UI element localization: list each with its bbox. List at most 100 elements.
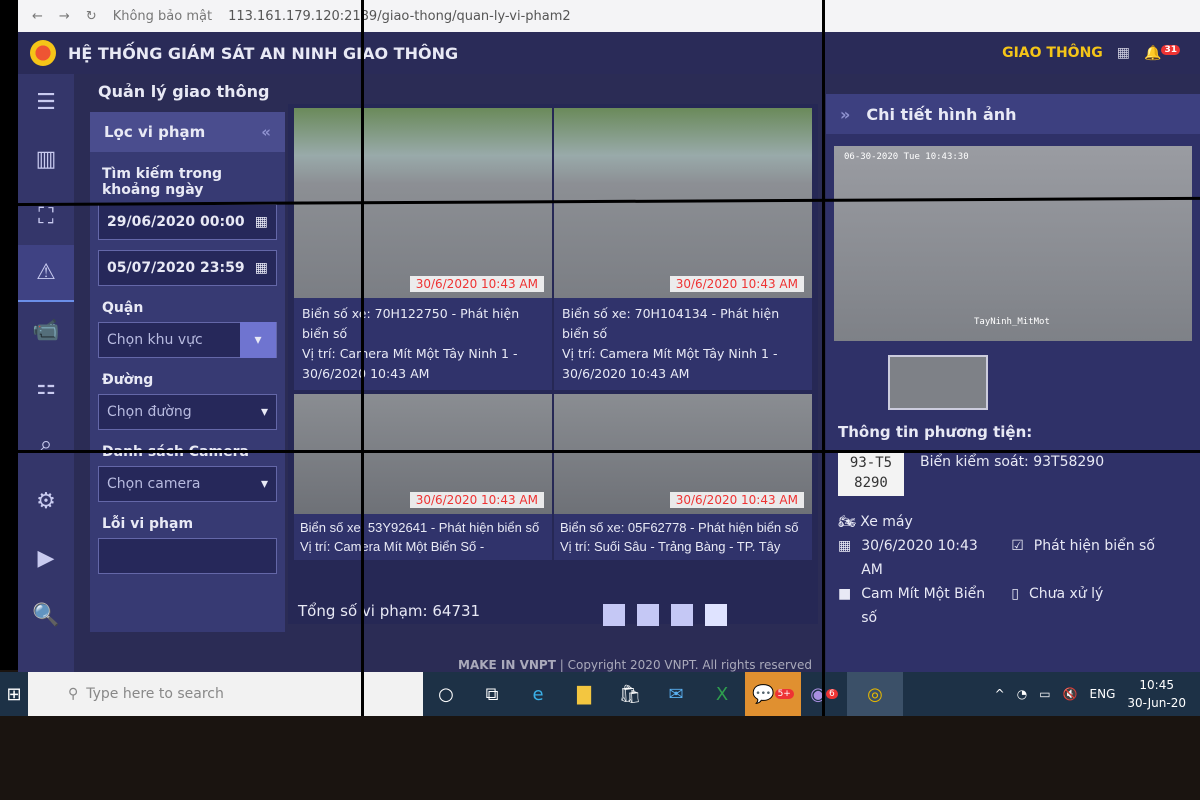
plate-image: 93-T5 8290 bbox=[838, 450, 904, 496]
district-label: Quận bbox=[102, 300, 144, 316]
view-calendar-icon[interactable] bbox=[705, 604, 727, 626]
battery-icon[interactable]: ▭ bbox=[1039, 687, 1050, 701]
display-bezel bbox=[361, 0, 364, 716]
detail-thumbnail[interactable] bbox=[888, 355, 988, 410]
violation-card[interactable]: 30/6/2020 10:43 AM Biển số xe: 70H104134… bbox=[554, 108, 812, 390]
violation-card[interactable]: 30/6/2020 10:43 AM Biển số xe: 70H122750… bbox=[294, 108, 552, 390]
filter-title: Lọc vi phạm bbox=[104, 123, 206, 141]
image-timestamp: 30/6/2020 10:43 AM bbox=[669, 276, 804, 292]
view-2x2-icon[interactable] bbox=[637, 604, 659, 626]
detail-panel: » Chi tiết hình ảnh 06-30-2020 Tue 10:43:… bbox=[826, 94, 1200, 672]
zoom-search-icon[interactable]: 🔍 bbox=[18, 587, 74, 644]
location-text: Vị trí: Suối Sâu - Trảng Bàng - TP. Tây bbox=[560, 539, 781, 554]
clipboard-check-icon: ☑ bbox=[1011, 538, 1024, 554]
messenger-app-icon[interactable]: 💬 5+ bbox=[745, 672, 801, 716]
violation-image[interactable]: 30/6/2020 10:43 AM bbox=[294, 394, 552, 514]
browser-bar: ← → ↻ Không bảo mật 113.161.179.120:2189/g… bbox=[18, 0, 1200, 32]
view-single-icon[interactable] bbox=[603, 604, 625, 626]
emblem-logo bbox=[30, 40, 56, 66]
location-text: Vị trí: Camera Mít Một Tây Ninh 1 - 30/6… bbox=[562, 346, 778, 381]
violation-report-icon[interactable]: ⚠ bbox=[18, 245, 74, 302]
app: HỆ THỐNG GIÁM SÁT AN NINH GIAO THÔNG GIA… bbox=[18, 32, 1200, 672]
network-alert-icon[interactable]: ⚏ bbox=[18, 359, 74, 416]
search-placeholder: Type here to search bbox=[86, 686, 224, 702]
date-from-input[interactable]: 29/06/2020 00:00 ▦ bbox=[98, 204, 277, 240]
play-icon[interactable]: ▶ bbox=[18, 530, 74, 587]
store-icon[interactable]: 🛍 bbox=[607, 672, 653, 716]
violation-card[interactable]: 30/6/2020 10:43 AM Biển số xe: 05F62778 … bbox=[554, 394, 812, 560]
app-badge: 5+ bbox=[774, 689, 794, 699]
scan-search-icon[interactable]: ⌕ bbox=[18, 416, 74, 473]
detail-image[interactable]: 06-30-2020 Tue 10:43:30 TayNinh_MitMot bbox=[834, 146, 1192, 341]
chart-icon[interactable]: ▥ bbox=[18, 131, 74, 188]
face-scan-icon[interactable]: ⛶ bbox=[18, 188, 74, 245]
calendar-icon[interactable]: ▦ bbox=[255, 260, 268, 276]
total-violations: Tổng số vi phạm: 64731 bbox=[298, 602, 481, 620]
page-title: Quản lý giao thông bbox=[98, 82, 270, 101]
app-title: HỆ THỐNG GIÁM SÁT AN NINH GIAO THÔNG bbox=[68, 43, 459, 63]
grid-apps-icon[interactable]: ▦ bbox=[1117, 45, 1130, 61]
chevron-up-icon[interactable]: ^ bbox=[995, 687, 1005, 701]
image-timestamp: 30/6/2020 10:43 AM bbox=[669, 492, 804, 508]
app-badge: 6 bbox=[825, 689, 838, 699]
edge-icon[interactable]: e bbox=[515, 672, 561, 716]
view-3x3-icon[interactable] bbox=[671, 604, 693, 626]
mute-icon[interactable]: 🔇 bbox=[1063, 687, 1078, 701]
display-bezel bbox=[0, 0, 18, 670]
chrome-icon[interactable]: ◎ bbox=[847, 672, 903, 716]
sidebar: ☰ ▥ ⛶ ⚠ 📹 ⚏ ⌕ ⚙ ▶ 🔍 bbox=[18, 74, 74, 672]
violation-type: Phát hiện biển số bbox=[1033, 538, 1155, 554]
forward-icon[interactable]: → bbox=[59, 9, 70, 24]
road-select[interactable]: Chọn đường ▾ bbox=[98, 394, 277, 430]
plate-text: Biển số xe: 70H122750 - Phát hiện biển s… bbox=[302, 306, 520, 341]
mail-icon[interactable]: ✉ bbox=[653, 672, 699, 716]
display-bezel bbox=[0, 450, 1200, 453]
vehicle-info-title: Thông tin phương tiện: bbox=[838, 423, 1033, 441]
plate-text: Biển số xe: 53Y92641 - Phát hiện biển số bbox=[300, 520, 540, 535]
vehicle-type: Xe máy bbox=[860, 514, 913, 530]
file-explorer-icon[interactable]: ▇ bbox=[561, 672, 607, 716]
reload-icon[interactable]: ↻ bbox=[86, 9, 97, 24]
wifi-icon[interactable]: ◔ bbox=[1017, 687, 1027, 701]
image-timestamp: 30/6/2020 10:43 AM bbox=[409, 276, 544, 292]
copyright: | Copyright 2020 VNPT. All rights reserv… bbox=[559, 658, 813, 672]
collapse-icon[interactable]: « bbox=[261, 123, 271, 141]
module-label[interactable]: GIAO THÔNG bbox=[1002, 45, 1103, 61]
violation-type-select[interactable] bbox=[98, 538, 277, 574]
calendar-icon[interactable]: ▦ bbox=[255, 214, 268, 230]
violation-grid: 30/6/2020 10:43 AM Biển số xe: 70H122750… bbox=[288, 104, 818, 624]
camera-name: Cam Mít Một Biển số bbox=[861, 586, 986, 626]
excel-icon[interactable]: X bbox=[699, 672, 745, 716]
menu-icon[interactable]: ☰ bbox=[18, 74, 74, 131]
district-placeholder: Chọn khu vực bbox=[107, 332, 203, 348]
violation-card[interactable]: 30/6/2020 10:43 AM Biển số xe: 53Y92641 … bbox=[294, 394, 552, 560]
plate-text: Biển số xe: 05F62778 - Phát hiện biển số bbox=[560, 520, 799, 535]
address-bar[interactable]: 113.161.179.120:2189/giao-thong/quan-ly-… bbox=[228, 9, 571, 24]
district-select[interactable]: Chọn khu vực ▾ bbox=[98, 322, 277, 358]
windows-start-icon[interactable]: ⊞ bbox=[0, 672, 28, 716]
date-to-input[interactable]: 05/07/2020 23:59 ▦ bbox=[98, 250, 277, 286]
notification-badge: 31 bbox=[1161, 44, 1180, 55]
filter-panel: Lọc vi phạm « Tìm kiếm trong khoảng ngày … bbox=[90, 112, 285, 632]
clock[interactable]: 10:45 30-Jun-20 bbox=[1127, 676, 1186, 712]
road-placeholder: Chọn đường bbox=[107, 404, 192, 420]
language-indicator[interactable]: ENG bbox=[1090, 687, 1116, 701]
chevron-down-icon: ▾ bbox=[260, 404, 268, 420]
security-indicator[interactable]: Không bảo mật bbox=[113, 9, 212, 24]
image-overlay-camera: TayNinh_MitMot bbox=[974, 317, 1050, 327]
detail-title: Chi tiết hình ảnh bbox=[866, 104, 1017, 124]
processing-status: Chưa xử lý bbox=[1028, 586, 1104, 602]
bell-icon[interactable]: 🔔 31 bbox=[1144, 44, 1180, 61]
plate-text: Biển số xe: 70H104134 - Phát hiện biển s… bbox=[562, 306, 780, 341]
camera-select[interactable]: Chọn camera ▾ bbox=[98, 466, 277, 502]
camera-icon[interactable]: 📹 bbox=[18, 302, 74, 359]
video-camera-icon: ■ bbox=[838, 586, 852, 602]
cortana-icon[interactable]: ○ bbox=[423, 672, 469, 716]
back-icon[interactable]: ← bbox=[32, 9, 43, 24]
camera-placeholder: Chọn camera bbox=[107, 476, 201, 492]
gears-icon[interactable]: ⚙ bbox=[18, 473, 74, 530]
expand-icon[interactable]: » bbox=[840, 105, 850, 124]
task-view-icon[interactable]: ⧉ bbox=[469, 672, 515, 716]
chevron-down-icon[interactable]: ▾ bbox=[240, 322, 276, 358]
violation-image[interactable]: 30/6/2020 10:43 AM bbox=[554, 394, 812, 514]
